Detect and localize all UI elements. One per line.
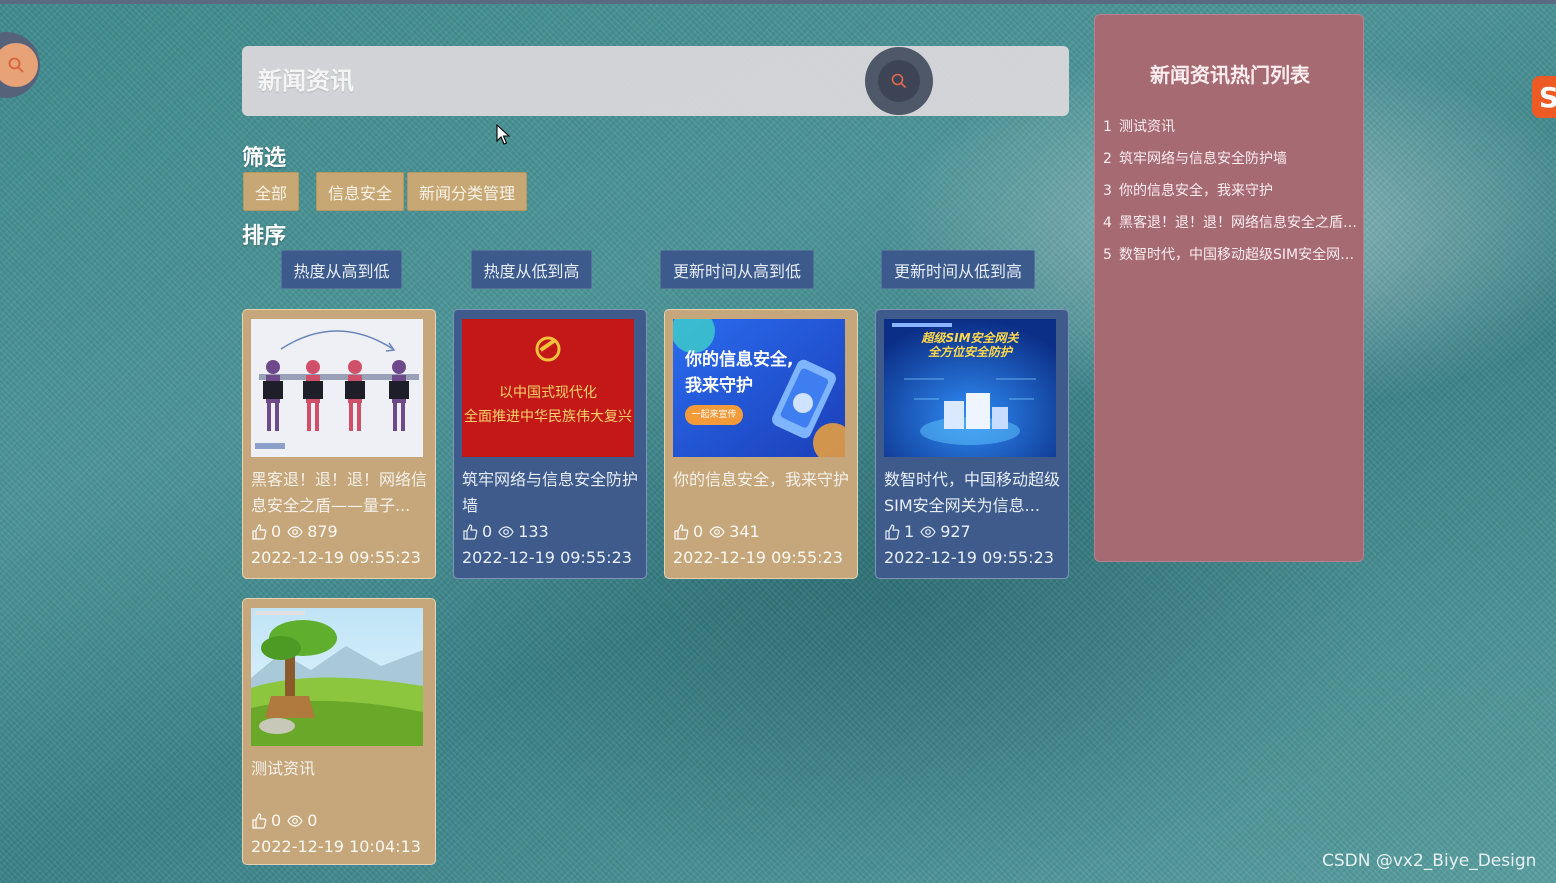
sort-label: 排序 <box>242 224 287 249</box>
news-stats: 0 0 <box>251 808 427 834</box>
view-count: 927 <box>940 522 971 541</box>
hot-news-rank: 1 <box>1103 119 1112 135</box>
thumbnail-caption: 你的信息安全, <box>685 350 794 370</box>
sort-time-asc-button[interactable]: 更新时间从低到高 <box>881 250 1035 289</box>
news-stats: 0 133 <box>462 519 638 545</box>
hot-news-rank: 5 <box>1103 247 1112 263</box>
thumbs-up-icon[interactable] <box>884 524 900 540</box>
hot-news-item[interactable]: 1 测试资讯 <box>1103 111 1359 143</box>
hot-news-item[interactable]: 2 筑牢网络与信息安全防护墙 <box>1103 143 1359 175</box>
news-thumbnail: 以中国式现代化 全面推进中华民族伟大复兴 <box>462 319 634 457</box>
eye-icon <box>498 524 514 540</box>
filter-security-button[interactable]: 信息安全 <box>316 172 404 211</box>
mouse-cursor-icon <box>496 124 510 145</box>
news-card[interactable]: 黑客退！退！退！网络信息安全之盾——量子... 0 879 2022-12-19… <box>242 309 436 579</box>
news-card[interactable]: 超级SIM安全网关 全方位安全防护 数智时代，中国移动超级SIM安全网关为信息.… <box>875 309 1069 579</box>
news-date: 2022-12-19 09:55:23 <box>673 548 843 567</box>
hot-news-item[interactable]: 5 数智时代，中国移动超级SIM安全网关为信息安全护航 <box>1103 239 1359 271</box>
thumbs-up-icon[interactable] <box>251 813 267 829</box>
search-input[interactable] <box>258 60 838 102</box>
like-count: 0 <box>271 522 282 541</box>
thumbnail-caption: 一起来宣传 <box>691 410 737 420</box>
news-stats: 1 927 <box>884 519 1060 545</box>
search-bar <box>242 46 1069 116</box>
news-thumbnail: 你的信息安全, 我来守护 一起来宣传 <box>673 319 845 457</box>
news-title[interactable]: 筑牢网络与信息安全防护墙 <box>462 467 638 519</box>
eye-icon <box>287 524 303 540</box>
news-card[interactable]: 以中国式现代化 全面推进中华民族伟大复兴 筑牢网络与信息安全防护墙 0 133 … <box>453 309 647 579</box>
floating-search-button[interactable] <box>0 32 40 98</box>
news-thumbnail <box>251 319 423 457</box>
hot-news-text: 你的信息安全，我来守护 <box>1119 183 1273 199</box>
sort-hot-asc-button[interactable]: 热度从低到高 <box>471 250 592 289</box>
view-count: 133 <box>518 522 549 541</box>
news-title[interactable]: 测试资讯 <box>251 756 427 808</box>
hot-news-rank: 4 <box>1103 215 1112 231</box>
news-thumbnail <box>251 608 423 746</box>
hot-news-text: 筑牢网络与信息安全防护墙 <box>1119 151 1287 167</box>
thumbnail-caption: 我来守护 <box>685 376 753 396</box>
thumbs-up-icon[interactable] <box>251 524 267 540</box>
filter-label: 筛选 <box>242 146 287 171</box>
search-icon <box>0 43 38 87</box>
view-count: 0 <box>307 811 318 830</box>
like-count: 0 <box>693 522 704 541</box>
hot-news-item[interactable]: 3 你的信息安全，我来守护 <box>1103 175 1359 207</box>
thumbnail-caption: 以中国式现代化 <box>499 385 597 401</box>
view-count: 879 <box>307 522 338 541</box>
hot-news-rank: 3 <box>1103 183 1112 199</box>
news-thumbnail: 超级SIM安全网关 全方位安全防护 <box>884 319 1056 457</box>
sort-time-desc-button[interactable]: 更新时间从高到低 <box>660 250 814 289</box>
top-border <box>0 0 1556 4</box>
eye-icon <box>920 524 936 540</box>
thumbs-up-icon[interactable] <box>462 524 478 540</box>
news-card[interactable]: 你的信息安全, 我来守护 一起来宣传 你的信息安全，我来守护 0 341 202… <box>664 309 858 579</box>
hot-news-list: 1 测试资讯 2 筑牢网络与信息安全防护墙 3 你的信息安全，我来守护 4 黑客退！退！… <box>1103 111 1359 271</box>
hot-news-item[interactable]: 4 黑客退！退！退！网络信息安全之盾——量子加密 <box>1103 207 1359 239</box>
news-date: 2022-12-19 10:04:13 <box>251 837 421 856</box>
search-button[interactable] <box>865 47 933 115</box>
news-card[interactable]: 测试资讯 0 0 2022-12-19 10:04:13 <box>242 598 436 865</box>
thumbs-up-icon[interactable] <box>673 524 689 540</box>
filter-all-button[interactable]: 全部 <box>243 172 299 211</box>
news-title[interactable]: 你的信息安全，我来守护 <box>673 467 849 519</box>
eye-icon <box>709 524 725 540</box>
thumbnail-caption: 全面推进中华民族伟大复兴 <box>464 409 632 425</box>
hot-news-rank: 2 <box>1103 151 1112 167</box>
news-title[interactable]: 数智时代，中国移动超级SIM安全网关为信息... <box>884 467 1060 519</box>
view-count: 341 <box>729 522 760 541</box>
thumbnail-caption: 全方位安全防护 <box>927 345 1012 359</box>
news-title[interactable]: 黑客退！退！退！网络信息安全之盾——量子... <box>251 467 427 519</box>
watermark: CSDN @vx2_Biye_Design <box>1322 851 1537 871</box>
news-stats: 0 341 <box>673 519 849 545</box>
thumbnail-caption: 超级SIM安全网关 <box>921 331 1019 345</box>
sort-hot-desc-button[interactable]: 热度从高到低 <box>281 250 402 289</box>
hot-news-title: 新闻资讯热门列表 <box>1150 63 1310 87</box>
hot-news-text: 测试资讯 <box>1119 119 1175 135</box>
news-stats: 0 879 <box>251 519 427 545</box>
like-count: 0 <box>482 522 493 541</box>
like-count: 0 <box>271 811 282 830</box>
news-date: 2022-12-19 09:55:23 <box>462 548 632 567</box>
app-logo-icon: S <box>1532 76 1556 118</box>
like-count: 1 <box>904 522 915 541</box>
news-date: 2022-12-19 09:55:23 <box>251 548 421 567</box>
hot-news-panel: 新闻资讯热门列表 1 测试资讯 2 筑牢网络与信息安全防护墙 3 你的信息安全，我来守… <box>1094 14 1364 562</box>
filter-category-button[interactable]: 新闻分类管理 <box>407 172 527 211</box>
hot-news-text: 数智时代，中国移动超级SIM安全网关为信息安全护航 <box>1119 247 1359 263</box>
hot-news-text: 黑客退！退！退！网络信息安全之盾——量子加密 <box>1119 215 1359 231</box>
search-icon <box>878 60 920 102</box>
eye-icon <box>287 813 303 829</box>
news-date: 2022-12-19 09:55:23 <box>884 548 1054 567</box>
